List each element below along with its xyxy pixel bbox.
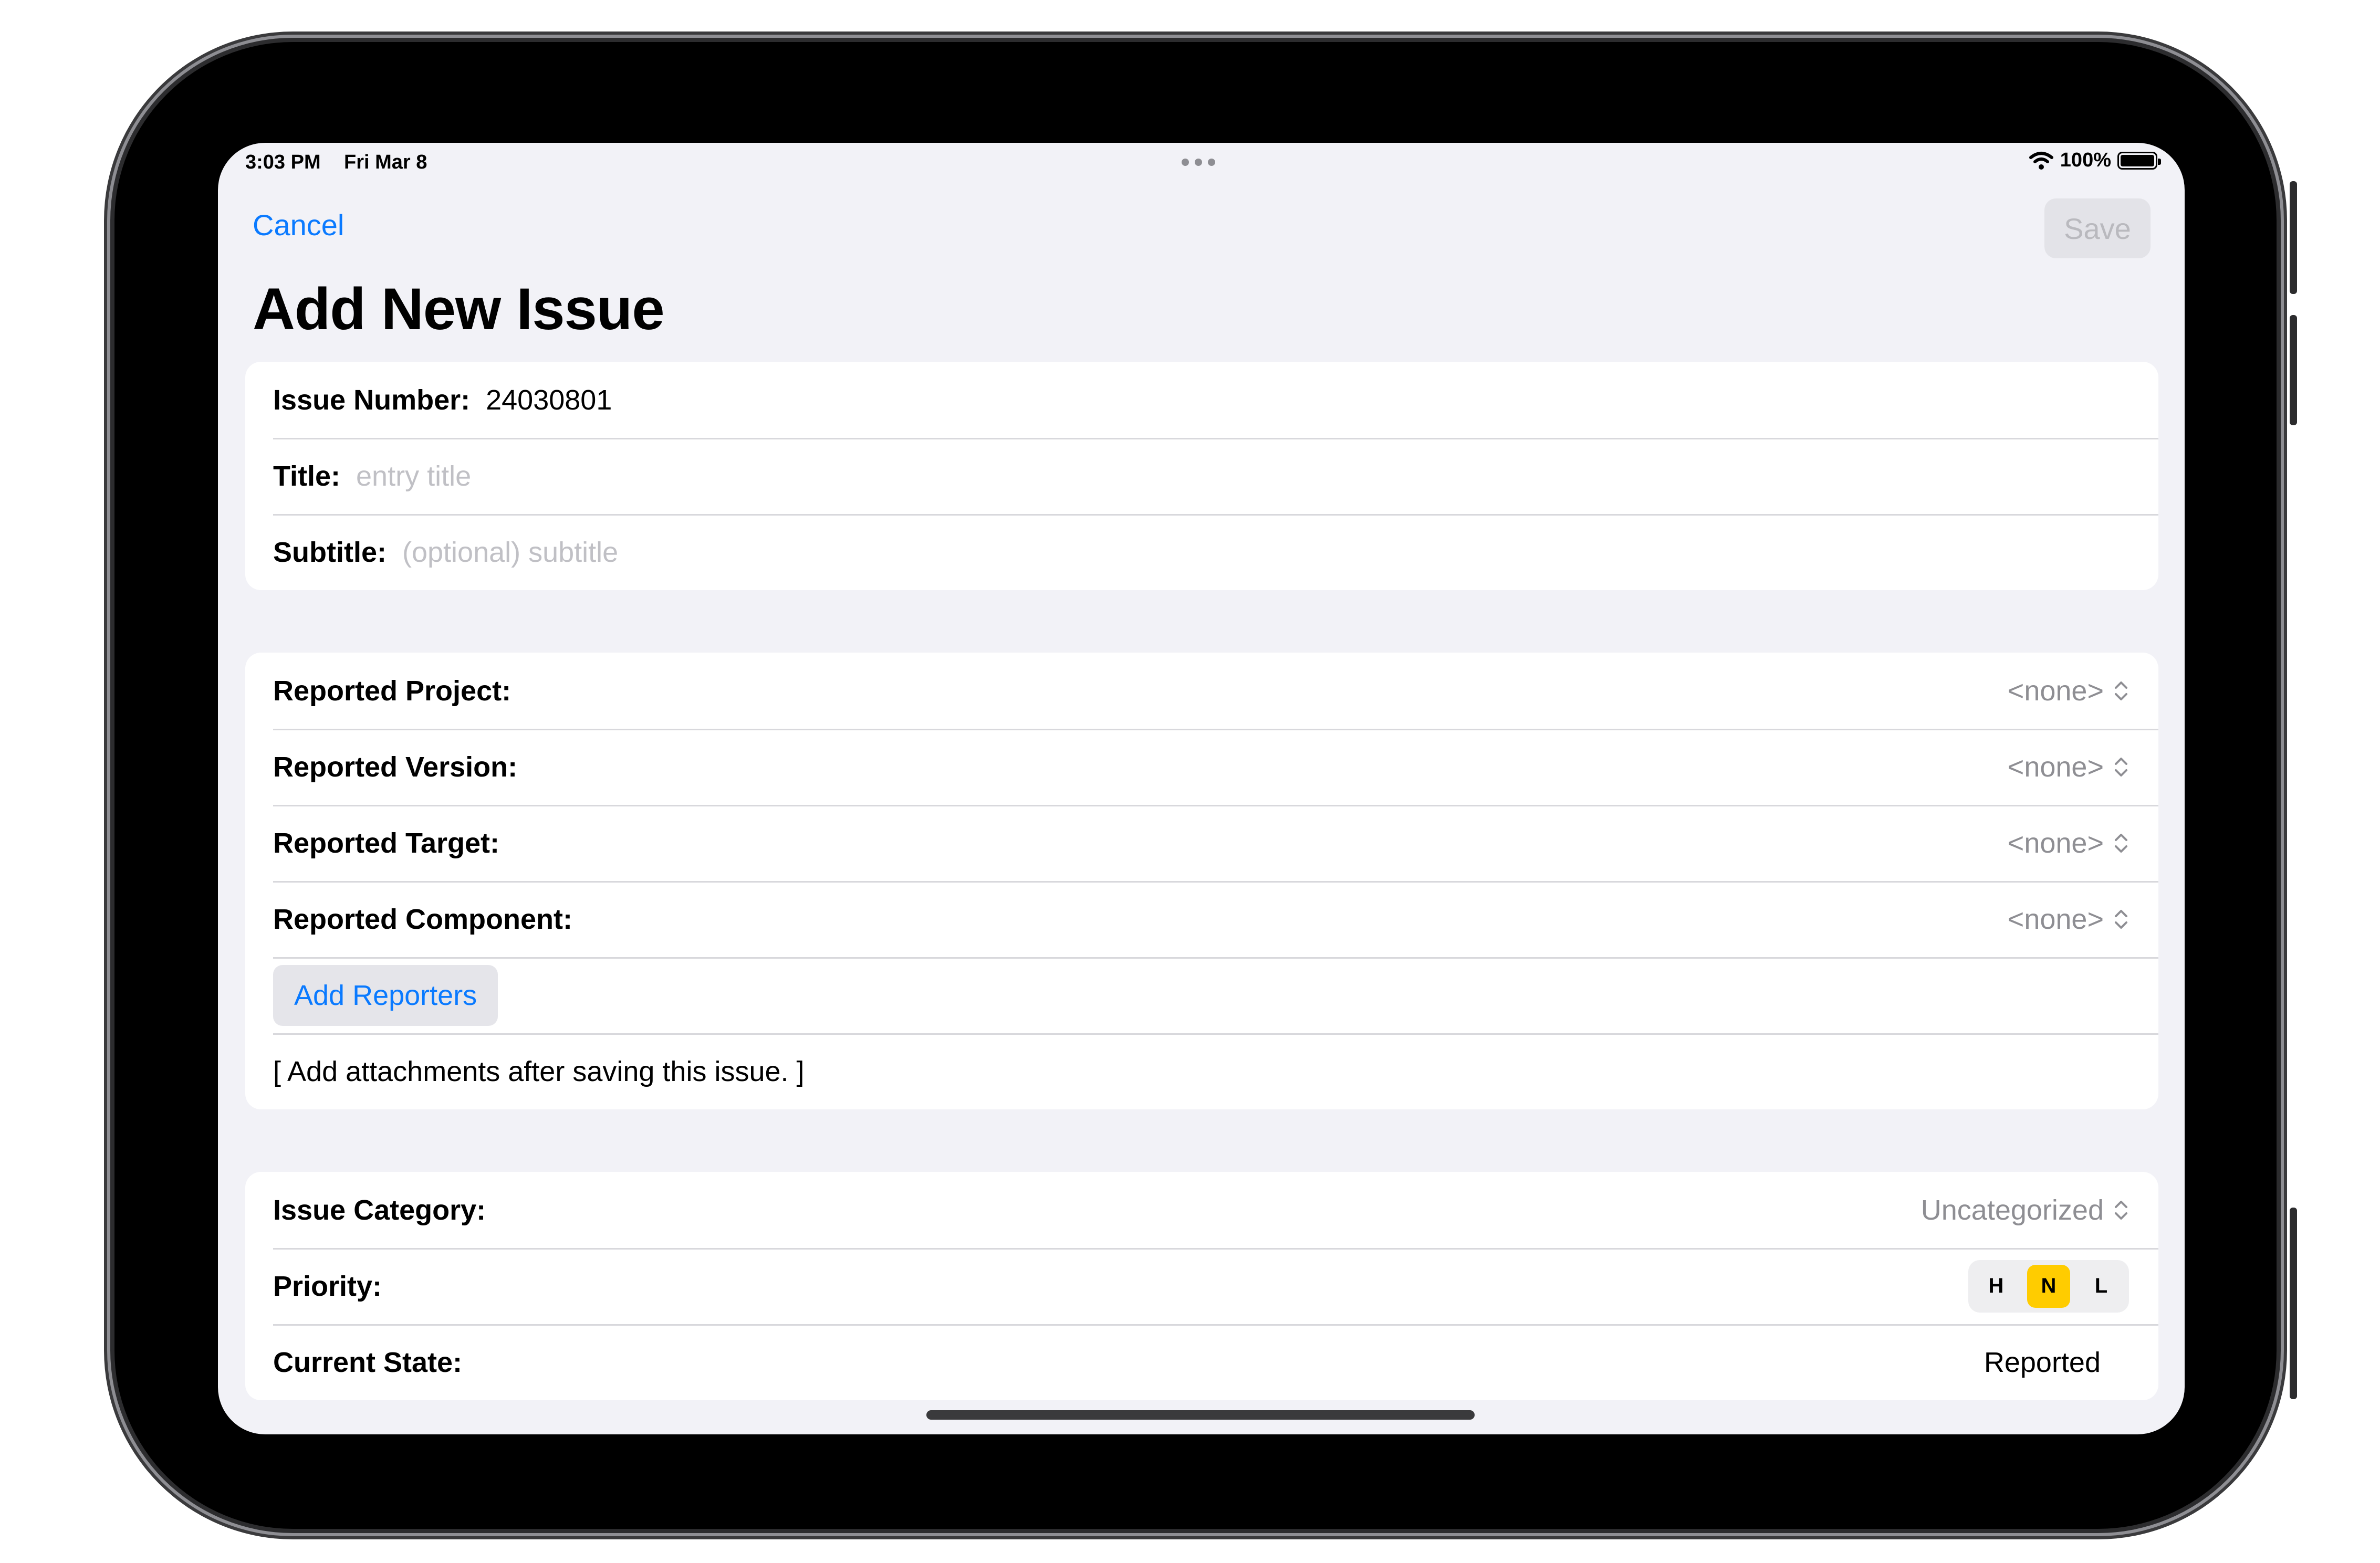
subtitle-row: Subtitle: (245, 514, 2158, 590)
subtitle-input[interactable] (402, 536, 2129, 569)
add-reporters-button[interactable]: Add Reporters (273, 964, 498, 1026)
priority-row: Priority: H N L (245, 1248, 2158, 1324)
reported-component-row: Reported Component: <none> (245, 881, 2158, 957)
reported-target-picker[interactable]: <none> (2008, 827, 2129, 859)
status-date: Fri Mar 8 (344, 151, 427, 173)
report-section: Reported Project: <none> Reported Versio… (245, 653, 2158, 1109)
reported-target-value: <none> (2007, 827, 2104, 859)
screen: 3:03 PM Fri Mar 8 100% Cancel Save Add N… (218, 143, 2185, 1434)
battery-percentage: 100% (2060, 149, 2111, 171)
top-button (2290, 181, 2297, 294)
issue-category-row: Issue Category: Uncategorized (245, 1172, 2158, 1248)
priority-segment-low[interactable]: L (2080, 1265, 2123, 1308)
current-state-value: Reported (1984, 1346, 2101, 1378)
chevron-up-down-icon (2113, 1199, 2129, 1221)
reported-version-picker[interactable]: <none> (2008, 751, 2129, 783)
current-state-label: Current State: (273, 1346, 463, 1378)
cancel-button[interactable]: Cancel (253, 208, 344, 242)
issue-number-label: Issue Number: (273, 384, 471, 416)
priority-segment-normal[interactable]: N (2027, 1264, 2070, 1308)
chevron-up-down-icon (2113, 908, 2129, 930)
multitasking-dots-icon[interactable] (1182, 159, 1215, 166)
reported-version-label: Reported Version: (273, 751, 518, 783)
chevron-up-down-icon (2113, 832, 2129, 854)
reported-component-picker[interactable]: <none> (2008, 903, 2129, 936)
reported-component-value: <none> (2007, 903, 2104, 935)
chevron-up-down-icon (2113, 680, 2129, 702)
reported-project-picker[interactable]: <none> (2008, 675, 2129, 707)
status-bar: 3:03 PM Fri Mar 8 100% (218, 143, 2185, 185)
add-reporters-row: Add Reporters (245, 957, 2158, 1033)
priority-segment-high[interactable]: H (1975, 1265, 2018, 1308)
home-indicator[interactable] (926, 1410, 1475, 1420)
volume-button (2290, 315, 2297, 425)
priority-segmented-control: H N L (1968, 1260, 2129, 1313)
current-state-row: Current State: Reported (245, 1324, 2158, 1400)
title-input[interactable] (356, 459, 2129, 492)
status-right: 100% (2029, 149, 2161, 172)
reported-version-row: Reported Version: <none> (245, 729, 2158, 805)
chevron-up-down-icon (2113, 756, 2129, 778)
title-label: Title: (273, 460, 341, 492)
issue-category-value: Uncategorized (1920, 1194, 2104, 1226)
reported-target-label: Reported Target: (273, 827, 500, 859)
subtitle-label: Subtitle: (273, 536, 387, 568)
basic-info-section: Issue Number: 24030801 Title: Subtitle: (245, 362, 2158, 590)
reported-target-row: Reported Target: <none> (245, 805, 2158, 881)
reported-project-value: <none> (2007, 675, 2104, 707)
wifi-icon (2029, 151, 2053, 170)
issue-number-value: 24030801 (486, 384, 612, 416)
classification-section: Issue Category: Uncategorized Priority: … (245, 1172, 2158, 1400)
issue-category-label: Issue Category: (273, 1194, 486, 1226)
priority-label: Priority: (273, 1270, 382, 1302)
reported-version-value: <none> (2007, 751, 2104, 783)
attachments-row: [ Add attachments after saving this issu… (245, 1033, 2158, 1109)
issue-category-picker[interactable]: Uncategorized (1921, 1194, 2129, 1226)
issue-number-row: Issue Number: 24030801 (245, 362, 2158, 438)
battery-icon (2117, 151, 2161, 170)
reported-project-label: Reported Project: (273, 675, 512, 707)
reported-project-row: Reported Project: <none> (245, 653, 2158, 729)
side-button (2290, 1208, 2297, 1399)
save-button[interactable]: Save (2044, 198, 2151, 258)
title-row: Title: (245, 438, 2158, 514)
reported-component-label: Reported Component: (273, 903, 572, 935)
page-title: Add New Issue (253, 276, 665, 342)
status-time: 3:03 PM (245, 151, 321, 173)
attachments-note: [ Add attachments after saving this issu… (273, 1055, 805, 1087)
